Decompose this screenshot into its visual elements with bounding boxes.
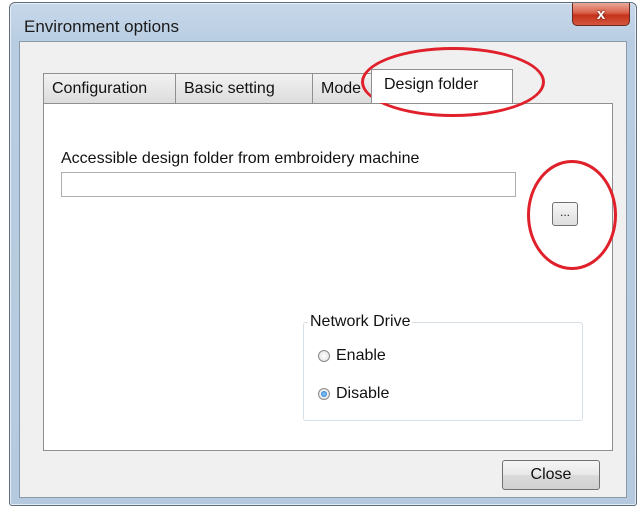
dialog-window: Environment options x Configuration Basi… xyxy=(9,2,637,506)
design-folder-label: Accessible design folder from embroidery… xyxy=(61,150,420,167)
radio-label: Enable xyxy=(336,347,386,364)
network-drive-title: Network Drive xyxy=(308,313,413,331)
design-folder-path-input[interactable] xyxy=(61,172,516,197)
radio-button-icon xyxy=(318,350,330,362)
window-close-button[interactable]: x xyxy=(572,3,630,26)
tab-strip: Configuration Basic setting Mode Design … xyxy=(43,69,513,103)
tab-label: Basic setting xyxy=(184,80,275,97)
dialog-client-area: Configuration Basic setting Mode Design … xyxy=(19,41,627,498)
tab-label: Configuration xyxy=(52,80,148,97)
tab-mode[interactable]: Mode xyxy=(312,73,372,103)
tab-configuration[interactable]: Configuration xyxy=(43,73,176,103)
close-button[interactable]: Close xyxy=(502,460,600,490)
radio-label: Disable xyxy=(336,385,390,402)
network-drive-group: Network Drive Enable Disable xyxy=(303,313,583,421)
tab-label: Mode xyxy=(321,80,362,97)
tab-label: Design folder xyxy=(384,76,479,93)
tab-basic-setting[interactable]: Basic setting xyxy=(175,73,313,103)
tab-design-folder[interactable]: Design folder xyxy=(371,69,513,103)
radio-enable[interactable]: Enable xyxy=(318,347,386,365)
close-icon: x xyxy=(596,5,606,23)
window-title: Environment options xyxy=(24,17,179,36)
radio-disable[interactable]: Disable xyxy=(318,385,389,403)
radio-button-checked-icon xyxy=(318,388,330,400)
browse-folder-button[interactable]: ... xyxy=(552,202,578,226)
